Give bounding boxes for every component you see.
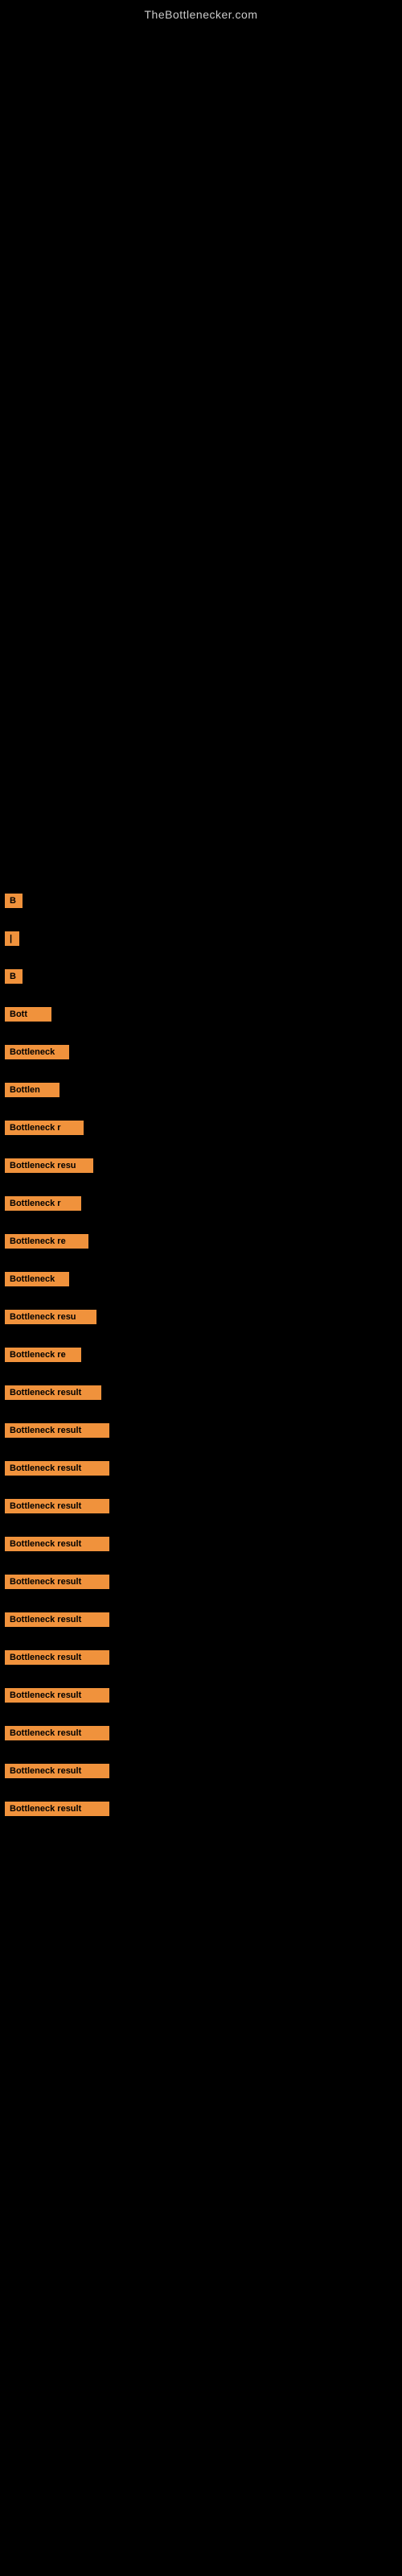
list-item: Bottleneck [0,1038,402,1070]
bottleneck-result-label: Bottleneck result [5,1688,109,1703]
bottleneck-result-label: Bottleneck result [5,1612,109,1627]
list-item: Bottleneck resu [0,1303,402,1335]
bottleneck-result-label: Bottleneck re [5,1234,88,1249]
list-item: Bottleneck result [0,1606,402,1637]
list-item: Bottleneck re [0,1228,402,1259]
list-item: Bottleneck result [0,1644,402,1675]
list-item: Bottleneck result [0,1379,402,1410]
bottleneck-result-label: Bottleneck resu [5,1310,96,1324]
list-item: | [0,925,402,956]
bottleneck-result-label: Bottlen [5,1083,59,1097]
bottleneck-result-label: Bottleneck [5,1272,69,1286]
bottleneck-items-list: B | B Bott Bottleneck Bottlen Bottleneck r Bott… [0,887,402,1849]
bottleneck-result-label: Bottleneck [5,1045,69,1059]
bottleneck-result-label: Bottleneck result [5,1575,109,1589]
bottleneck-result-label: Bottleneck result [5,1764,109,1778]
bottleneck-result-label: Bottleneck result [5,1726,109,1740]
bottleneck-result-label: Bott [5,1007,51,1022]
list-item: Bottleneck re [0,1341,402,1373]
chart-area [0,26,402,871]
list-item: Bottleneck resu [0,1152,402,1183]
list-item: Bottleneck result [0,1757,402,1789]
list-item: B [0,963,402,994]
bottleneck-result-label: Bottleneck result [5,1423,109,1438]
site-header: TheBottlenecker.com [0,0,402,26]
bottleneck-result-label: Bottleneck result [5,1461,109,1476]
bottleneck-result-label: Bottleneck r [5,1121,84,1135]
list-item: Bottleneck result [0,1795,402,1827]
bottleneck-result-label: Bottleneck result [5,1802,109,1816]
bottleneck-result-label: Bottleneck re [5,1348,81,1362]
list-item: Bottleneck result [0,1530,402,1562]
bottleneck-result-label: Bottleneck result [5,1385,101,1400]
list-item: B [0,887,402,919]
bottleneck-result-label: Bottleneck result [5,1537,109,1551]
bottleneck-result-label: Bottleneck resu [5,1158,93,1173]
list-item: Bott [0,1001,402,1032]
bottleneck-result-label: B [5,894,23,908]
list-item: Bottlen [0,1076,402,1108]
list-item: Bottleneck [0,1265,402,1297]
bottleneck-result-label: B [5,969,23,984]
bottleneck-result-label: Bottleneck result [5,1499,109,1513]
list-item: Bottleneck result [0,1492,402,1524]
list-item: Bottleneck result [0,1417,402,1448]
bottleneck-result-label: | [5,931,19,946]
list-item: Bottleneck r [0,1114,402,1146]
bottleneck-result-label: Bottleneck r [5,1196,81,1211]
list-item: Bottleneck result [0,1455,402,1486]
list-item: Bottleneck result [0,1719,402,1751]
site-title: TheBottlenecker.com [0,0,402,26]
list-item: Bottleneck r [0,1190,402,1221]
list-item: Bottleneck result [0,1682,402,1713]
bottleneck-result-label: Bottleneck result [5,1650,109,1665]
list-item: Bottleneck result [0,1568,402,1600]
